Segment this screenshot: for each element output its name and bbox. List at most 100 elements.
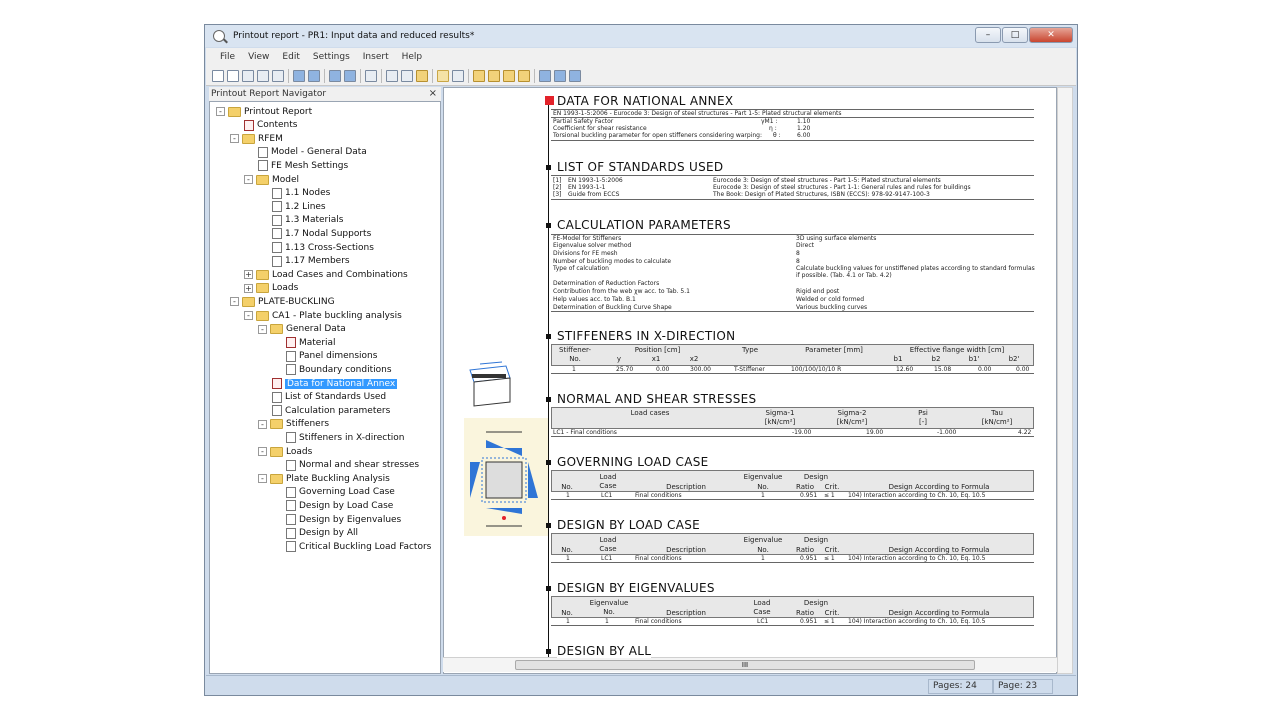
tree-node-label: Plate Buckling Analysis bbox=[286, 473, 390, 484]
tree-expander-icon[interactable]: + bbox=[244, 270, 253, 280]
calc-param-value: if possible. (Tab. 4.1 or Tab. 4.2) bbox=[796, 272, 892, 279]
header-icon[interactable] bbox=[473, 69, 485, 82]
tree-node[interactable]: Stiffeners bbox=[270, 418, 329, 431]
tree-expander-icon[interactable]: - bbox=[216, 107, 225, 116]
tree-expander-icon[interactable]: - bbox=[258, 447, 267, 456]
tree-expander-icon[interactable]: - bbox=[258, 419, 267, 429]
navigator-close-icon[interactable]: × bbox=[429, 87, 437, 101]
menu-edit[interactable]: Edit bbox=[282, 52, 299, 62]
tree-node[interactable]: 1.13 Cross-Sections bbox=[270, 241, 374, 254]
zoom-out-icon[interactable] bbox=[401, 69, 413, 82]
tree-node[interactable]: List of Standards Used bbox=[270, 391, 386, 404]
tree-node[interactable]: Data for National Annex bbox=[270, 377, 398, 390]
tree-node-label: FE Mesh Settings bbox=[271, 160, 349, 171]
tree-node[interactable]: Normal and shear stresses bbox=[284, 459, 419, 472]
tree-node[interactable]: 1.3 Materials bbox=[270, 214, 343, 227]
tree-expander-icon[interactable]: - bbox=[244, 311, 253, 320]
minimize-button[interactable]: – bbox=[975, 27, 1001, 43]
by-eig-description: Final conditions bbox=[635, 618, 682, 625]
tree-node[interactable]: Governing Load Case bbox=[284, 486, 395, 499]
close-button[interactable]: ✕ bbox=[1029, 27, 1073, 43]
save-icon[interactable] bbox=[242, 69, 254, 82]
tree-expander-icon[interactable]: + bbox=[244, 283, 253, 293]
vertical-scrollbar[interactable] bbox=[1057, 87, 1073, 674]
standard-number: [2] bbox=[553, 184, 562, 191]
tree-expander-icon[interactable]: - bbox=[230, 134, 239, 144]
governing-load-case: LC1 bbox=[601, 492, 613, 499]
tree-node[interactable]: Plate Buckling Analysis bbox=[270, 472, 390, 485]
folder-icon bbox=[242, 296, 255, 307]
stress-sigma2: 19.00 bbox=[866, 429, 884, 436]
col-b2: b2 bbox=[931, 355, 941, 363]
tree-expander-icon[interactable]: - bbox=[244, 175, 253, 184]
zoom-in-icon[interactable] bbox=[386, 69, 398, 82]
cover-sheet-icon[interactable] bbox=[488, 69, 500, 82]
tree-node[interactable]: Material bbox=[284, 336, 336, 349]
col-tau-unit: [kN/cm²] bbox=[981, 418, 1013, 426]
page-icon bbox=[272, 405, 282, 417]
tree-node[interactable]: Model bbox=[256, 173, 299, 186]
tree-node[interactable]: RFEM bbox=[242, 132, 283, 145]
tree-node[interactable]: Stiffeners in X-direction bbox=[284, 431, 404, 444]
menu-view[interactable]: View bbox=[248, 52, 269, 62]
edit-tool-icon[interactable] bbox=[452, 69, 464, 82]
tree-node[interactable]: Panel dimensions bbox=[284, 350, 377, 363]
tree-node[interactable]: FE Mesh Settings bbox=[256, 159, 348, 172]
tree-node[interactable]: 1.2 Lines bbox=[270, 200, 326, 213]
last-page-icon[interactable] bbox=[344, 69, 356, 82]
tree-node[interactable]: CA1 - Plate buckling analysis bbox=[256, 309, 402, 322]
tree-node[interactable]: Calculation parameters bbox=[270, 404, 390, 417]
first-page-icon[interactable] bbox=[329, 69, 341, 82]
tree-node[interactable]: Design by All bbox=[284, 527, 358, 540]
menu-file[interactable]: File bbox=[220, 52, 235, 62]
stiffener-y: 25.70 bbox=[616, 366, 634, 373]
menu-help[interactable]: Help bbox=[402, 52, 423, 62]
tree-node[interactable]: Loads bbox=[256, 282, 298, 295]
refresh-icon[interactable] bbox=[272, 69, 284, 82]
tree-node[interactable]: Contents bbox=[242, 119, 297, 132]
page-setup-icon[interactable] bbox=[365, 69, 377, 82]
export-icon[interactable] bbox=[539, 69, 551, 82]
tree-node[interactable]: Model - General Data bbox=[256, 146, 367, 159]
standards-table: [1] EN 1993-1-5:2006 Eurocode 3: Design … bbox=[551, 175, 1034, 200]
tree-node[interactable]: 1.1 Nodes bbox=[270, 187, 330, 200]
menu-settings[interactable]: Settings bbox=[313, 52, 350, 62]
horizontal-scroll-thumb[interactable]: III bbox=[515, 660, 975, 670]
governing-description: Final conditions bbox=[635, 492, 682, 499]
stiffener-parameter: 100/100/10/10 R bbox=[791, 366, 842, 373]
tree-node[interactable]: Loads bbox=[270, 445, 312, 458]
open-icon[interactable] bbox=[227, 69, 239, 82]
tree-node[interactable]: Load Cases and Combinations bbox=[256, 268, 408, 281]
previous-page-icon[interactable] bbox=[293, 69, 305, 82]
print-icon[interactable] bbox=[257, 69, 269, 82]
tree-node[interactable]: Printout Report bbox=[228, 105, 312, 118]
select-tool-icon[interactable] bbox=[437, 69, 449, 82]
maximize-button[interactable]: □ bbox=[1002, 27, 1028, 43]
tree-expander-icon[interactable]: - bbox=[258, 474, 267, 484]
horizontal-scrollbar[interactable]: III bbox=[443, 657, 1057, 672]
new-icon[interactable] bbox=[212, 69, 224, 82]
by-eig-ratio: 0.951 bbox=[800, 618, 818, 625]
tree-node[interactable]: Critical Buckling Load Factors bbox=[284, 540, 431, 553]
tree-node[interactable]: Design by Eigenvalues bbox=[284, 513, 401, 526]
tree-node[interactable]: 1.7 Nodal Supports bbox=[270, 227, 371, 240]
link-icon[interactable] bbox=[569, 69, 581, 82]
graphics-icon[interactable] bbox=[503, 69, 515, 82]
settings-gear-icon[interactable] bbox=[416, 69, 428, 82]
tree-node[interactable]: Boundary conditions bbox=[284, 363, 392, 376]
menu-insert[interactable]: Insert bbox=[363, 52, 389, 62]
calc-params-heading: CALCULATION PARAMETERS bbox=[557, 218, 731, 232]
import-icon[interactable] bbox=[554, 69, 566, 82]
tree-node-label: Model bbox=[272, 174, 300, 185]
next-page-icon[interactable] bbox=[308, 69, 320, 82]
tree-expander-icon[interactable]: - bbox=[258, 324, 267, 334]
tree-node[interactable]: PLATE-BUCKLING bbox=[242, 295, 335, 308]
col-description: Description bbox=[666, 546, 706, 554]
calc-param-label: Contribution from the web χw acc. to Tab… bbox=[553, 288, 690, 295]
tree-expander-icon[interactable]: - bbox=[230, 297, 239, 307]
tree-node-label: Loads bbox=[272, 283, 299, 294]
tree-node[interactable]: 1.17 Members bbox=[270, 255, 350, 268]
tree-node[interactable]: Design by Load Case bbox=[284, 499, 393, 512]
text-block-icon[interactable] bbox=[518, 69, 530, 82]
tree-node[interactable]: General Data bbox=[270, 323, 346, 336]
